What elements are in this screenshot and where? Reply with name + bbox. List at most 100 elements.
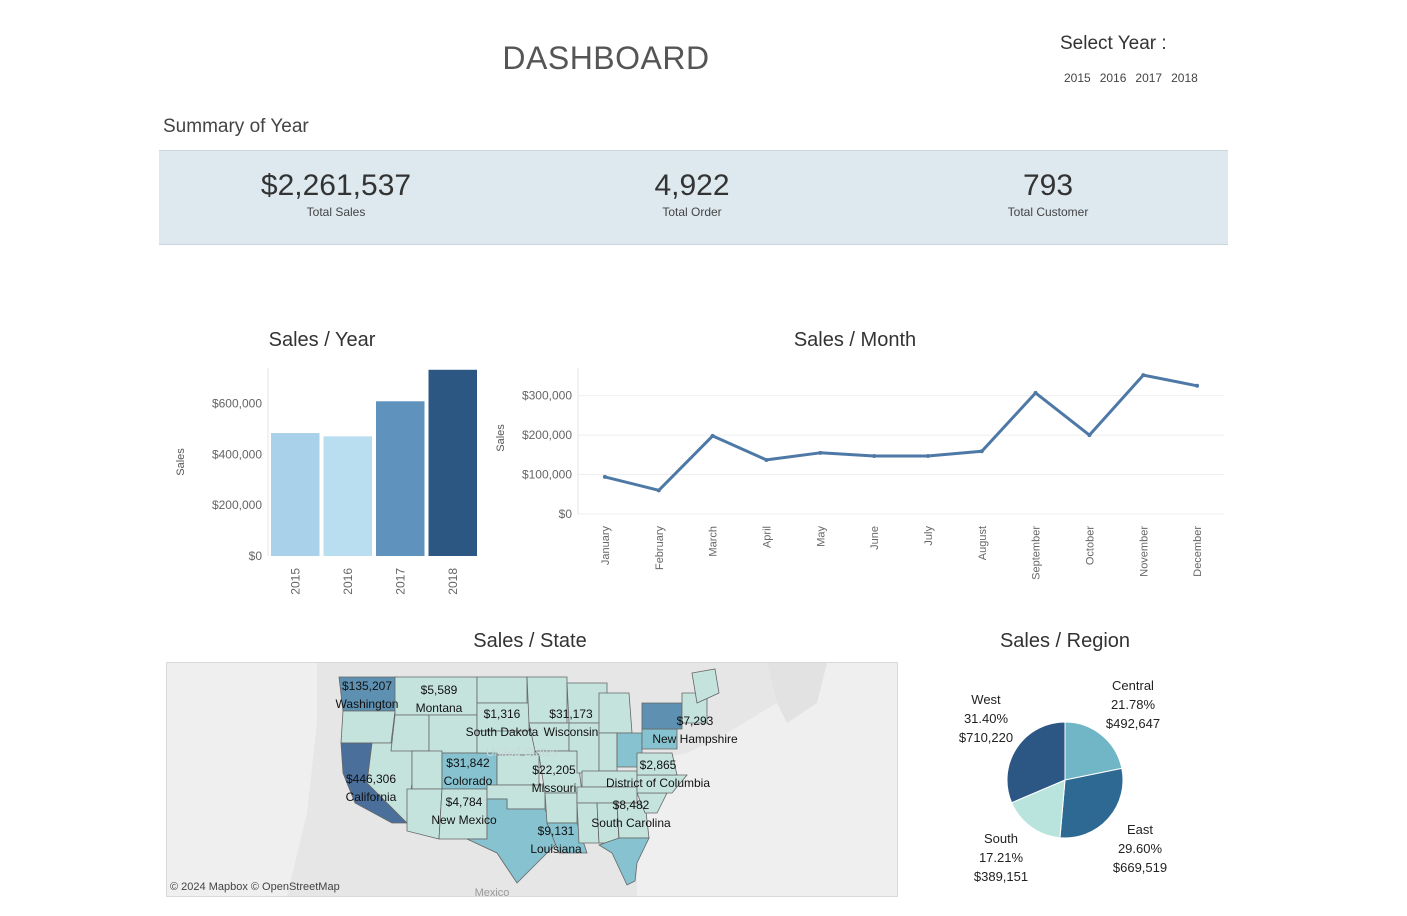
line-x-tick-label: May — [815, 526, 827, 547]
summary-label: Summary of Year — [163, 116, 309, 137]
line-x-tick-label: November — [1138, 526, 1150, 577]
state-michigan[interactable] — [598, 692, 633, 734]
pie-label-value: $710,220 — [959, 730, 1013, 745]
year-option-2016[interactable]: 2016 — [1100, 71, 1127, 85]
line-y-tick-label: $300,000 — [522, 389, 572, 403]
map-state-label: Colorado — [444, 774, 493, 788]
line-x-tick-label: August — [977, 526, 989, 560]
map-canvas: $135,207 Washington $5,589 Montana $1,316 Sou… — [167, 663, 897, 896]
chart-title-sales-region: Sales / Region — [999, 630, 1131, 652]
map-value-label: $135,207 — [342, 679, 392, 693]
kpi-value: $2,261,537 — [260, 169, 412, 202]
line-y-tick-label: $0 — [559, 507, 573, 521]
bar-y-tick-label: $0 — [249, 549, 263, 563]
year-option-2017[interactable]: 2017 — [1135, 71, 1162, 85]
map-credit: © 2024 Mapbox © OpenStreetMap — [170, 881, 340, 893]
map-value-label: $4,784 — [446, 795, 483, 809]
line-point-march[interactable] — [710, 433, 715, 438]
kpi-value: 793 — [1022, 169, 1074, 202]
select-year-label: Select Year : — [1060, 33, 1167, 54]
dashboard-title: DASHBOARD — [502, 40, 710, 76]
pie-label-percent: 31.40% — [964, 711, 1009, 726]
map-value-label: $5,589 — [421, 683, 458, 697]
sales-year-bar-chart: Sales $0 $200,000 $400,000 $600,000 2015 2016 2… — [175, 368, 478, 595]
pie-label-name: Central — [1112, 678, 1154, 693]
map-value-label: $446,306 — [346, 772, 396, 786]
pie-label-name: West — [971, 692, 1001, 707]
map-state-label: New Hampshire — [652, 732, 738, 746]
map-state-label: Missouri — [532, 781, 577, 795]
map-state-label: District of Columbia — [606, 776, 710, 790]
line-x-tick-label: April — [761, 526, 773, 548]
chart-title-sales-month: Sales / Month — [793, 329, 917, 351]
line-point-october[interactable] — [1087, 433, 1092, 438]
bar-2016[interactable] — [323, 436, 373, 556]
state-indiana[interactable] — [598, 732, 618, 772]
kpi-total-customer: 793 Total Customer — [898, 169, 1198, 219]
line-point-september[interactable] — [1033, 390, 1038, 395]
chart-title-sales-year: Sales / Year — [268, 329, 376, 351]
line-x-tick-label: October — [1084, 526, 1096, 565]
line-x-tick-label: September — [1031, 526, 1043, 580]
line-point-february[interactable] — [656, 488, 661, 493]
line-y-tick-label: $200,000 — [522, 428, 572, 442]
map-state-label: South Dakota — [466, 725, 539, 739]
line-x-tick-label: January — [600, 526, 612, 566]
line-point-april[interactable] — [764, 457, 769, 462]
kpi-total-order: 4,922 Total Order — [542, 169, 842, 219]
state-idaho[interactable] — [390, 714, 430, 752]
line-point-december[interactable] — [1195, 383, 1200, 388]
map-value-label: $7,293 — [677, 714, 714, 728]
sales-state-map[interactable]: $135,207 Washington $5,589 Montana $1,316 Sou… — [166, 662, 898, 897]
mexico-label: Mexico — [475, 887, 510, 896]
map-state-label: Montana — [416, 701, 463, 715]
sales-month-line[interactable] — [604, 373, 1198, 492]
pie-label-name: East — [1127, 822, 1153, 837]
line-point-november[interactable] — [1141, 373, 1146, 378]
map-state-label: California — [346, 790, 397, 804]
line-point-august[interactable] — [979, 449, 984, 454]
map-value-label: $22,205 — [532, 763, 576, 777]
line-point-june[interactable] — [872, 453, 877, 458]
line-y-axis-label: Sales — [495, 424, 507, 452]
line-x-tick-label: June — [869, 526, 881, 550]
map-state-label: Wisconsin — [544, 725, 599, 739]
bar-2017[interactable] — [376, 401, 425, 556]
bar-y-axis-label: Sales — [175, 448, 187, 476]
bar-x-tick-label: 2017 — [393, 568, 407, 595]
pie-slice-east[interactable] — [1059, 767, 1124, 839]
line-x-tick-label: February — [654, 526, 666, 571]
sales-month-line-chart: Sales $0 $100,000 $200,000 $300,000 January Fe… — [495, 368, 1224, 580]
map-state-label: South Carolina — [591, 816, 671, 830]
map-value-label: $8,482 — [613, 798, 650, 812]
state-oregon[interactable] — [340, 710, 396, 744]
pie-label-value: $492,647 — [1106, 716, 1160, 731]
line-point-july[interactable] — [925, 453, 930, 458]
bar-y-tick-label: $200,000 — [212, 498, 262, 512]
kpi-label: Total Customer — [1007, 205, 1089, 219]
kpi-value: 4,922 — [654, 169, 730, 202]
line-point-january[interactable] — [602, 474, 607, 479]
map-state-label: Louisiana — [530, 842, 582, 856]
bar-x-tick-label: 2016 — [341, 568, 355, 595]
line-point-may[interactable] — [818, 450, 823, 455]
line-y-tick-label: $100,000 — [522, 468, 572, 482]
pie-label-name: South — [984, 831, 1018, 846]
kpi-label: Total Order — [662, 205, 722, 219]
line-x-tick-label: July — [923, 526, 935, 546]
map-value-label: $2,865 — [640, 758, 677, 772]
bar-2015[interactable] — [271, 433, 320, 556]
state-utah[interactable] — [411, 750, 443, 790]
year-filter: 2015 2016 2017 2018 — [1064, 71, 1198, 85]
chart-title-sales-state: Sales / State — [473, 630, 587, 652]
state-north-dakota[interactable] — [476, 676, 528, 704]
kpi-label: Total Sales — [306, 205, 366, 219]
map-value-label: $31,173 — [549, 707, 593, 721]
year-option-2015[interactable]: 2015 — [1064, 71, 1091, 85]
year-option-2018[interactable]: 2018 — [1171, 71, 1198, 85]
map-value-label: $1,316 — [484, 707, 521, 721]
pie-label-value: $389,151 — [974, 869, 1028, 884]
bar-2018[interactable] — [428, 369, 478, 556]
map-value-label: $31,842 — [446, 756, 490, 770]
state-arkansas[interactable] — [544, 792, 578, 824]
